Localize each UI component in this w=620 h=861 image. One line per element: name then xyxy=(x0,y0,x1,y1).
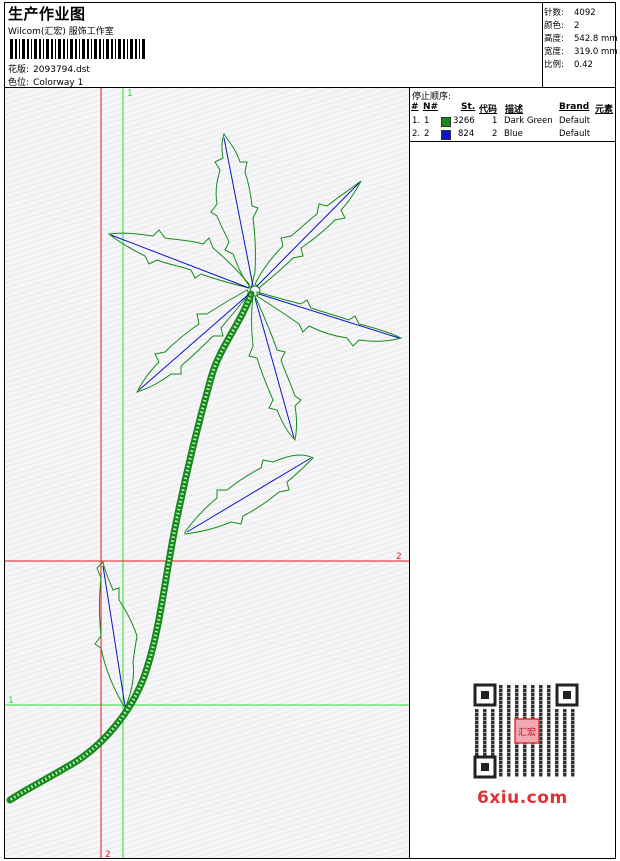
design-canvas[interactable]: 1 1 2 2 xyxy=(4,87,410,859)
column-code: 代码 xyxy=(479,105,498,115)
flower-center xyxy=(249,285,261,297)
row-n: 1 xyxy=(424,116,430,126)
design-file-line: 花版: 2093794.dst xyxy=(8,62,90,75)
stats-panel: 针数: 4092 颜色: 2 高度: 542.8 mm 宽度: 319.0 mm 比例:… xyxy=(542,2,618,88)
flower-petals xyxy=(94,132,403,710)
row-code: 2 xyxy=(492,129,498,139)
stitch-count-row: 针数: 4092 xyxy=(544,6,596,18)
color-swatch-dark-green xyxy=(441,117,451,127)
vein-lower-left xyxy=(138,293,250,391)
width-row: 宽度: 319.0 mm xyxy=(544,45,618,57)
height-row: 高度: 542.8 mm xyxy=(544,32,618,44)
design-label: 花版: xyxy=(8,65,30,75)
stamp-text: 汇宏 xyxy=(518,726,536,738)
design-file-name: 2093794.dst xyxy=(33,65,90,75)
embroidery-drawing: 1 1 2 2 xyxy=(5,88,409,859)
stat-value: 2 xyxy=(574,21,580,31)
red-bottom-label: 2 xyxy=(105,850,111,859)
column-index: # xyxy=(411,102,419,112)
vein-side-leaf xyxy=(186,457,312,533)
column-brand: Brand xyxy=(559,102,590,112)
row-description: Blue xyxy=(504,129,523,139)
color-swatch-blue xyxy=(441,130,451,140)
column-description: 描述 xyxy=(505,105,524,115)
row-code: 1 xyxy=(492,116,498,126)
row-brand: Default xyxy=(559,116,591,126)
row-index: 1. xyxy=(412,116,421,126)
stat-value: 542.8 mm xyxy=(574,34,618,44)
row-index: 2. xyxy=(412,129,421,139)
green-top-label: 1 xyxy=(127,89,133,99)
stem-stitch-texture xyxy=(9,293,253,802)
column-n: N# xyxy=(423,102,439,112)
color-count-row: 颜色: 2 xyxy=(544,19,579,31)
barcode-icon xyxy=(10,39,145,59)
stat-value: 0.42 xyxy=(574,60,593,70)
header-panel: 生产作业图 Wilcom(汇宏) 服饰工作室 花版: 2093794.dst 色位… xyxy=(4,2,543,88)
page-title: 生产作业图 xyxy=(8,5,86,23)
stat-label: 宽度: xyxy=(544,47,564,57)
stat-value: 4092 xyxy=(574,8,596,18)
red-right-label: 2 xyxy=(396,552,402,562)
stat-label: 针数: xyxy=(544,8,564,18)
studio-subtitle: Wilcom(汇宏) 服饰工作室 xyxy=(8,27,114,37)
row-description: Dark Green xyxy=(504,116,553,126)
qr-code-watermark: 汇宏 xyxy=(471,681,581,781)
green-left-label: 1 xyxy=(8,696,14,706)
scale-row: 比例: 0.42 xyxy=(544,58,593,70)
stat-label: 比例: xyxy=(544,60,564,70)
stat-label: 高度: xyxy=(544,34,564,44)
row-stitches: 3266 xyxy=(453,116,475,126)
column-stitches: St. xyxy=(461,102,476,112)
row-brand: Default xyxy=(559,129,591,139)
table-divider xyxy=(410,141,615,142)
site-watermark: 6xiu.com xyxy=(477,788,568,808)
qr-code-icon: 汇宏 xyxy=(473,683,579,779)
stat-label: 颜色: xyxy=(544,21,564,31)
row-n: 2 xyxy=(424,129,430,139)
stop-sequence-title: 停止顺序: xyxy=(412,92,452,102)
stat-value: 319.0 mm xyxy=(574,47,618,57)
row-stitches: 824 xyxy=(458,129,475,139)
column-element: 元素 xyxy=(595,105,614,115)
vein-upper-right xyxy=(256,182,360,287)
